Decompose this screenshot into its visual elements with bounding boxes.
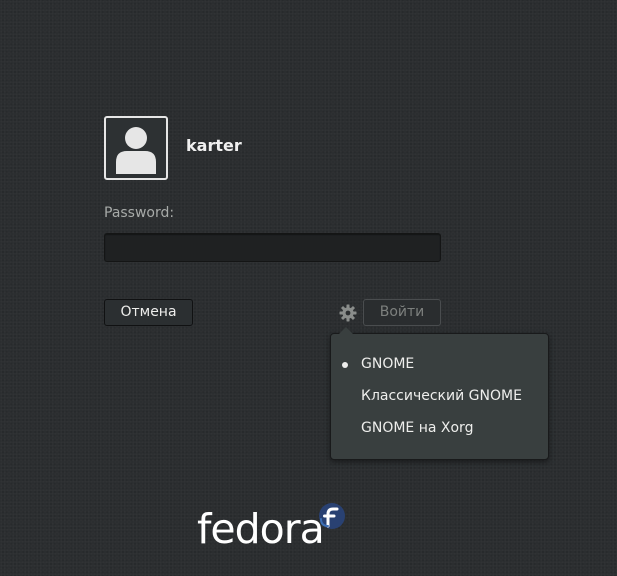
cancel-button[interactable]: Отмена: [104, 299, 193, 326]
session-menu: GNOME Классический GNOME GNOME на Xorg: [330, 327, 549, 460]
session-item-gnome[interactable]: GNOME: [342, 356, 415, 372]
fedora-logo-icon: [319, 503, 345, 529]
session-item-gnome-xorg[interactable]: GNOME на Xorg: [361, 420, 473, 436]
password-label: Password:: [104, 205, 175, 221]
user-avatar-icon: [116, 127, 156, 174]
username-label: karter: [186, 136, 242, 155]
login-button[interactable]: Войти: [363, 299, 441, 326]
session-item-label: GNOME на Xorg: [361, 420, 474, 436]
session-item-gnome-classic[interactable]: Классический GNOME: [361, 388, 522, 404]
gear-icon[interactable]: [338, 303, 358, 323]
user-avatar[interactable]: [104, 116, 168, 180]
fedora-logo: fedora: [197, 502, 349, 554]
password-input[interactable]: [104, 233, 441, 262]
session-item-label: Классический GNOME: [361, 388, 522, 404]
session-item-label: GNOME: [361, 356, 415, 372]
menu-pointer: [339, 327, 353, 334]
radio-dot-icon: [342, 362, 348, 368]
fedora-wordmark: fedora: [197, 505, 325, 553]
